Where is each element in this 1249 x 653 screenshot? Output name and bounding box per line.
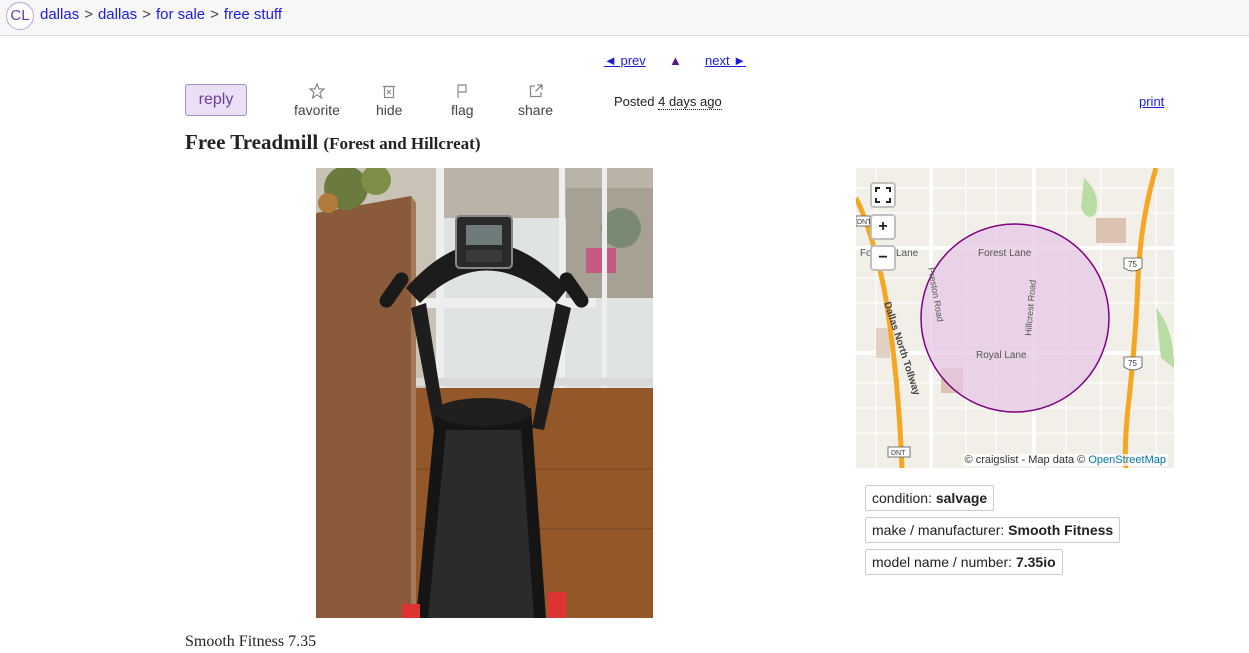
back-to-search-link[interactable]: ▲	[669, 53, 682, 68]
flag-button[interactable]: flag	[451, 83, 474, 118]
flag-label: flag	[451, 102, 474, 118]
map-zoom-in-button[interactable]: +	[870, 214, 896, 240]
favorite-label: favorite	[294, 102, 340, 118]
star-icon	[294, 83, 340, 101]
hide-button[interactable]: hide	[376, 83, 402, 118]
next-link[interactable]: next ►	[705, 53, 746, 68]
attr-value[interactable]: Smooth Fitness	[1008, 522, 1113, 538]
location-map[interactable]: Forest Lane Fo Lane Royal Lane Preston R…	[856, 168, 1174, 468]
map-shield-us75: 75	[1128, 260, 1137, 269]
post-title-text: Free Treadmill	[185, 130, 319, 154]
attr-value[interactable]: 7.35io	[1016, 554, 1056, 570]
print-link[interactable]: print	[1139, 94, 1164, 109]
reply-button[interactable]: reply	[185, 84, 247, 116]
map-attribution-text: © craigslist - Map data ©	[964, 454, 1086, 466]
post-image[interactable]	[316, 168, 653, 618]
attr-manufacturer: make / manufacturer: Smooth Fitness	[865, 517, 1121, 543]
openstreetmap-link[interactable]: OpenStreetMap	[1088, 454, 1166, 466]
posted-label: Posted	[614, 94, 655, 109]
hide-label: hide	[376, 102, 403, 118]
map-zoom-out-button[interactable]: −	[870, 245, 896, 271]
prev-link[interactable]: ◄ prev	[604, 53, 646, 68]
post-title: Free Treadmill (Forest and Hillcreat)	[185, 130, 480, 155]
share-icon	[518, 83, 553, 101]
breadcrumb-area[interactable]: dallas	[98, 6, 137, 23]
share-button[interactable]: share	[518, 83, 553, 118]
breadcrumb-section[interactable]: for sale	[156, 6, 205, 23]
top-bar: CL dallas > dallas > for sale > free stuff	[0, 0, 1249, 36]
posted-date: Posted 4 days ago	[614, 94, 722, 110]
map-label-forest-lane: Forest Lane	[978, 248, 1032, 259]
breadcrumb-separator: >	[210, 6, 219, 23]
map-fullscreen-button[interactable]	[870, 182, 896, 208]
craigslist-logo[interactable]: CL	[6, 2, 34, 30]
trash-icon	[376, 83, 402, 101]
attr-key: model name / number:	[872, 554, 1013, 570]
map-label-royal-lane: Royal Lane	[976, 350, 1027, 361]
breadcrumb-category[interactable]: free stuff	[224, 6, 282, 23]
attr-condition: condition: salvage	[865, 485, 995, 511]
attr-model: model name / number: 7.35io	[865, 549, 1063, 575]
favorite-button[interactable]: favorite	[294, 83, 340, 118]
posted-ago: 4 days ago	[658, 94, 722, 110]
map-attribution: © craigslist - Map data © OpenStreetMap	[962, 454, 1168, 466]
share-label: share	[518, 102, 554, 118]
map-shield-dnt: DNT	[891, 450, 906, 457]
attr-key: make / manufacturer:	[872, 522, 1005, 538]
map-label-forest-lane-west2: Lane	[896, 248, 919, 259]
attr-value[interactable]: salvage	[936, 490, 987, 506]
breadcrumb-separator: >	[142, 6, 151, 23]
post-location: (Forest and Hillcreat)	[323, 134, 481, 153]
flag-icon	[451, 83, 474, 101]
attr-key: condition:	[872, 490, 932, 506]
posting-body: Smooth Fitness 7.35	[185, 633, 317, 650]
fullscreen-icon	[874, 187, 892, 208]
breadcrumb-site[interactable]: dallas	[40, 6, 79, 23]
breadcrumb: dallas > dallas > for sale > free stuff	[40, 6, 282, 23]
map-shield-us75-lower: 75	[1128, 359, 1137, 368]
breadcrumb-separator: >	[84, 6, 93, 23]
